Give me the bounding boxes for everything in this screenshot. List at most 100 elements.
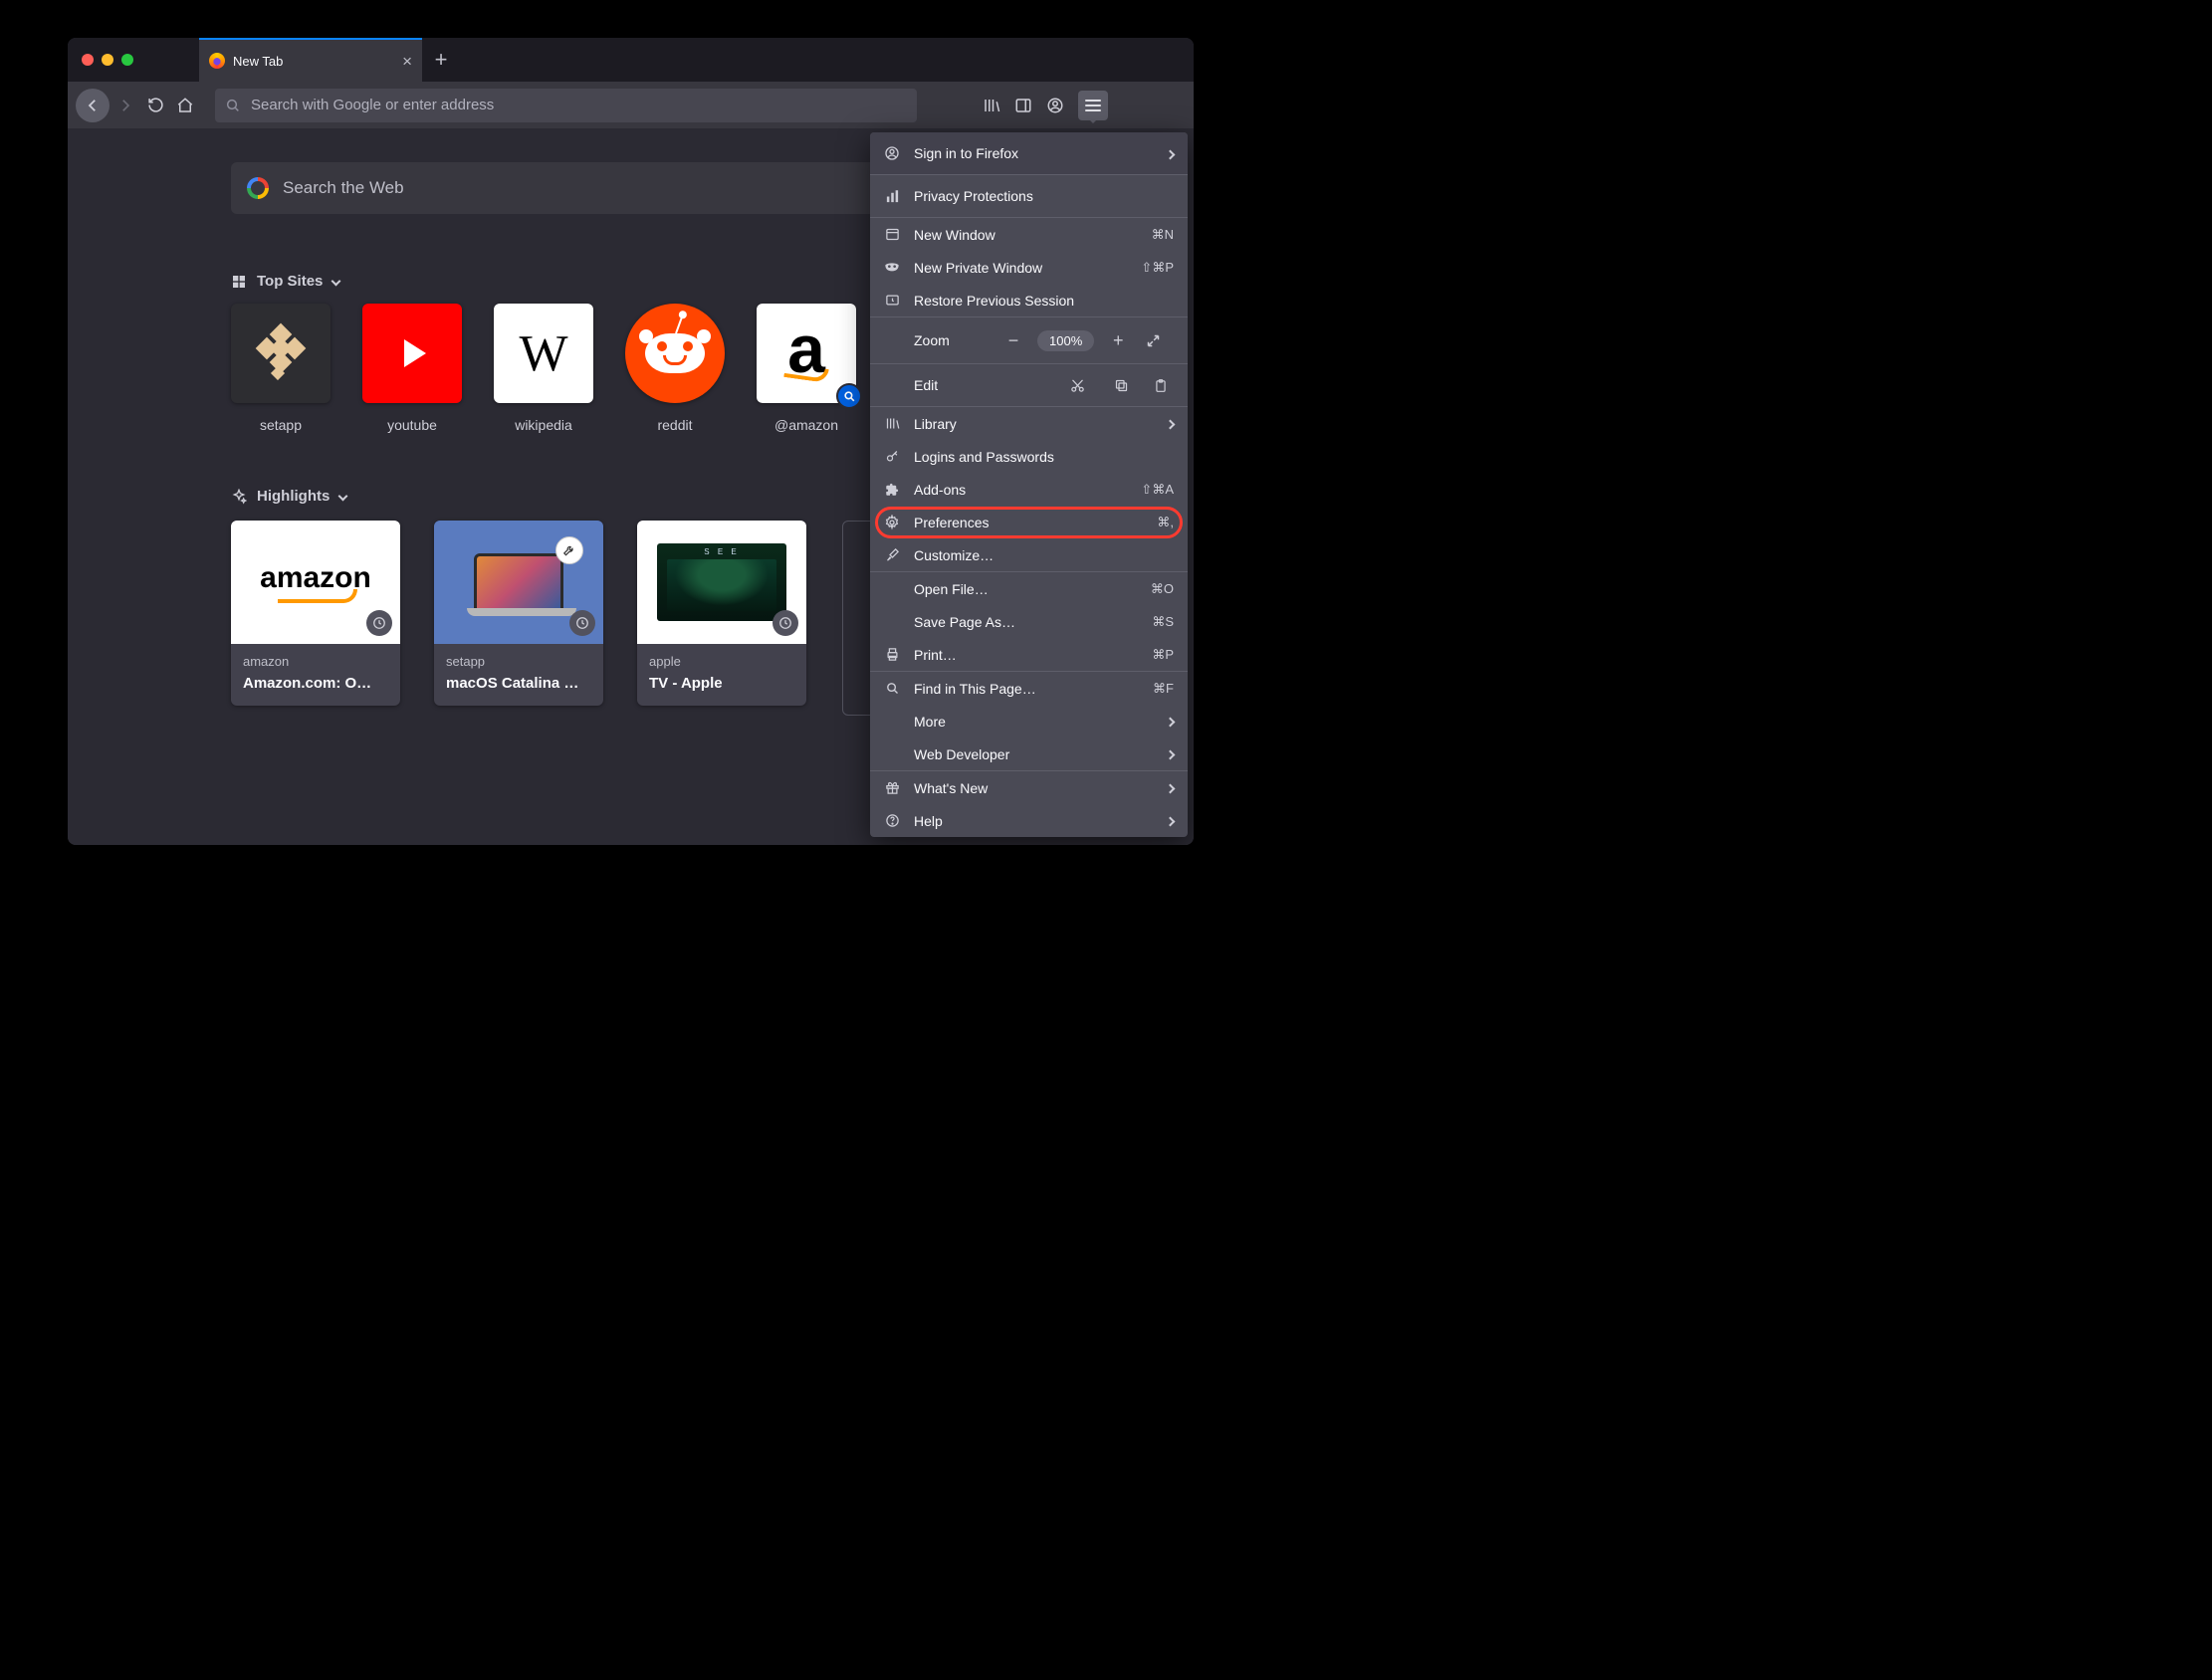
minimize-window-button[interactable]	[102, 54, 113, 66]
menu-sign-in[interactable]: Sign in to Firefox	[870, 132, 1188, 174]
menu-label: Open File…	[914, 581, 989, 597]
menu-label: Library	[914, 416, 957, 432]
titlebar: New Tab × +	[68, 38, 1194, 82]
menu-logins[interactable]: Logins and Passwords	[870, 440, 1188, 473]
copy-button[interactable]	[1106, 378, 1136, 393]
menu-library[interactable]: Library	[870, 407, 1188, 440]
zoom-window-button[interactable]	[121, 54, 133, 66]
sparkle-icon	[231, 489, 247, 505]
search-web-box[interactable]: Search the Web	[231, 162, 878, 214]
tile-label: wikipedia	[494, 417, 593, 433]
gear-icon	[884, 515, 900, 530]
back-button[interactable]	[76, 89, 110, 122]
menu-label: Customize…	[914, 547, 994, 563]
grid-icon	[231, 274, 247, 290]
new-tab-button[interactable]: +	[422, 47, 460, 73]
zoom-label: Zoom	[914, 332, 997, 348]
menu-edit-row: Edit	[870, 364, 1188, 406]
url-bar[interactable]: Search with Google or enter address	[215, 89, 917, 122]
menu-whats-new[interactable]: What's New	[870, 771, 1188, 804]
menu-help[interactable]: Help	[870, 804, 1188, 837]
chevron-right-icon	[1167, 780, 1174, 795]
history-icon	[569, 610, 595, 636]
top-site-setapp[interactable]: setapp	[231, 304, 331, 433]
menu-new-private[interactable]: New Private Window ⇧⌘P	[870, 251, 1188, 284]
urlbar-placeholder: Search with Google or enter address	[251, 97, 494, 113]
menu-find[interactable]: Find in This Page… ⌘F	[870, 672, 1188, 705]
menu-accel: ⌘,	[1157, 515, 1174, 530]
menu-customize[interactable]: Customize…	[870, 538, 1188, 571]
menu-privacy[interactable]: Privacy Protections	[870, 175, 1188, 217]
menu-print[interactable]: Print… ⌘P	[870, 638, 1188, 671]
paste-button[interactable]	[1146, 378, 1176, 393]
sidebar-button[interactable]	[1014, 97, 1032, 114]
menu-more[interactable]: More	[870, 705, 1188, 737]
browser-tab[interactable]: New Tab ×	[199, 38, 422, 82]
tile-label: reddit	[625, 417, 725, 433]
card-sub: amazon	[243, 654, 388, 669]
menu-label: More	[914, 714, 946, 730]
cut-button[interactable]	[1062, 378, 1092, 393]
search-web-placeholder: Search the Web	[283, 178, 404, 198]
card-title: macOS Catalina …	[446, 675, 591, 692]
menu-preferences[interactable]: Preferences ⌘,	[870, 506, 1188, 538]
menu-addons[interactable]: Add-ons ⇧⌘A	[870, 473, 1188, 506]
home-button[interactable]	[171, 92, 199, 119]
search-icon	[225, 98, 241, 113]
library-button[interactable]	[983, 97, 1000, 114]
history-icon	[773, 610, 798, 636]
close-tab-button[interactable]: ×	[402, 53, 412, 70]
wikipedia-icon: W	[519, 324, 567, 383]
highlight-card-setapp[interactable]: setapp macOS Catalina …	[434, 521, 603, 706]
close-window-button[interactable]	[82, 54, 94, 66]
mask-icon	[884, 260, 900, 276]
firefox-icon	[209, 53, 225, 69]
zoom-out-button[interactable]: −	[997, 330, 1029, 351]
tv-image-icon	[657, 543, 786, 621]
fullscreen-button[interactable]	[1146, 333, 1178, 348]
puzzle-icon	[884, 482, 900, 497]
zoom-value[interactable]: 100%	[1037, 330, 1094, 351]
highlights-header[interactable]: Highlights	[231, 488, 346, 505]
menu-save-as[interactable]: Save Page As… ⌘S	[870, 605, 1188, 638]
app-menu-button[interactable]	[1078, 91, 1108, 120]
chart-icon	[884, 189, 900, 204]
account-button[interactable]	[1046, 97, 1064, 114]
toolbar-right	[983, 91, 1108, 120]
menu-label: Add-ons	[914, 482, 966, 498]
forward-button[interactable]	[111, 92, 139, 119]
top-site-reddit[interactable]: reddit	[625, 304, 725, 433]
menu-label: New Private Window	[914, 260, 1042, 276]
menu-web-developer[interactable]: Web Developer	[870, 737, 1188, 770]
highlight-card-amazon[interactable]: amazon amazonAmazon.com: O…	[231, 521, 400, 706]
menu-accel: ⌘O	[1151, 581, 1174, 597]
chevron-down-icon	[332, 277, 341, 287]
highlights-grid: amazon amazonAmazon.com: O… setapp macOS …	[231, 521, 806, 706]
nav-toolbar: Search with Google or enter address	[68, 82, 1194, 128]
zoom-in-button[interactable]: +	[1102, 330, 1134, 351]
menu-restore-session[interactable]: Restore Previous Session	[870, 284, 1188, 316]
browser-window: New Tab × + Search with Google or enter …	[68, 38, 1194, 845]
highlights-label: Highlights	[257, 488, 330, 505]
window-icon	[884, 227, 900, 242]
menu-label: Print…	[914, 647, 957, 663]
top-sites-grid: setapp youtube W wikipedia reddit a	[231, 304, 856, 433]
menu-accel: ⇧⌘A	[1141, 482, 1174, 498]
laptop-icon	[474, 553, 563, 611]
menu-accel: ⇧⌘P	[1141, 260, 1174, 276]
highlight-card-apple[interactable]: appleTV - Apple	[637, 521, 806, 706]
top-site-youtube[interactable]: youtube	[362, 304, 462, 433]
chevron-right-icon	[1167, 714, 1174, 729]
menu-label: Web Developer	[914, 746, 1009, 762]
menu-new-window[interactable]: New Window ⌘N	[870, 218, 1188, 251]
account-icon	[884, 145, 900, 161]
top-site-amazon[interactable]: a @amazon	[757, 304, 856, 433]
menu-label: Preferences	[914, 515, 989, 530]
top-sites-header[interactable]: Top Sites	[231, 273, 339, 290]
card-sub: setapp	[446, 654, 591, 669]
menu-open-file[interactable]: Open File… ⌘O	[870, 572, 1188, 605]
history-icon	[366, 610, 392, 636]
library-icon	[884, 416, 900, 431]
top-site-wikipedia[interactable]: W wikipedia	[494, 304, 593, 433]
reload-button[interactable]	[141, 92, 169, 119]
